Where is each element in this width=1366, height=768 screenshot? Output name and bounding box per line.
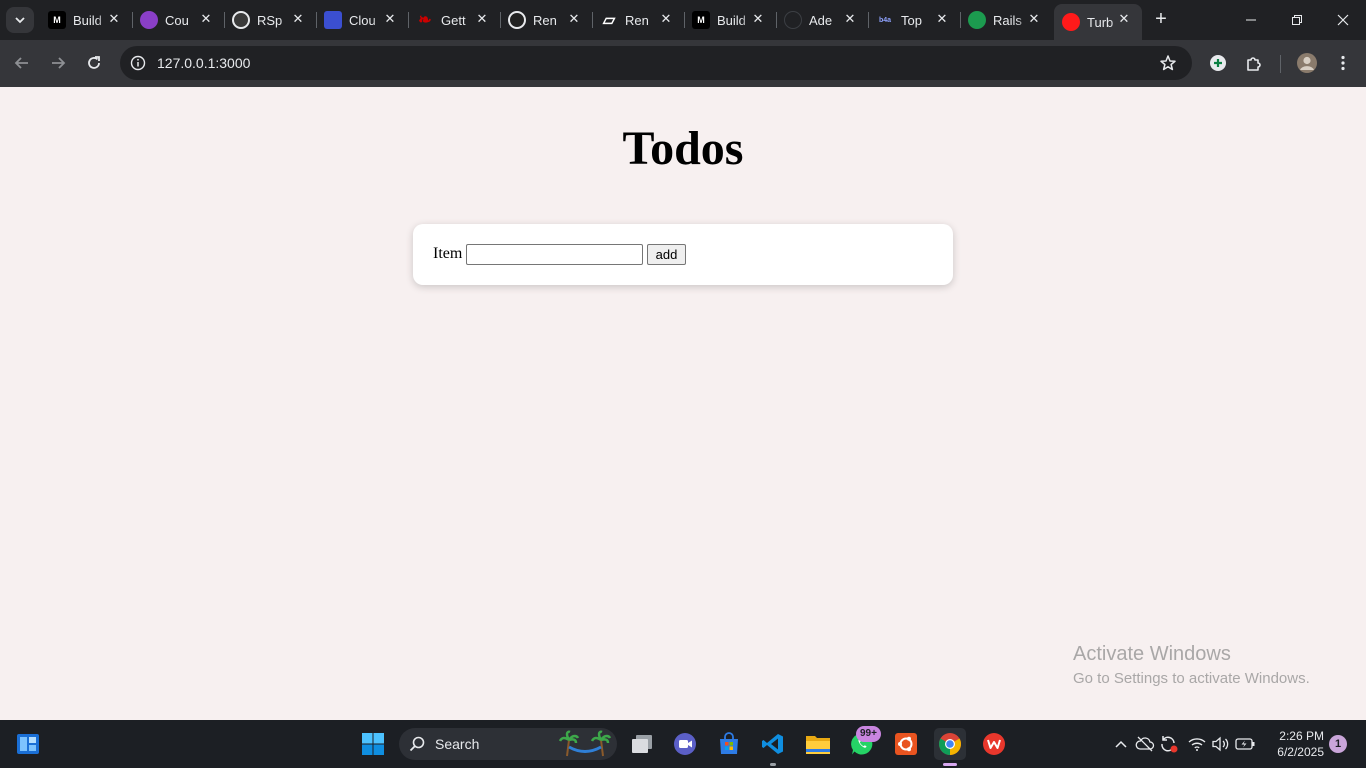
b4a-icon: b4a bbox=[878, 16, 892, 24]
todo-form: Item add bbox=[413, 224, 953, 285]
browser-tab[interactable]: Ren ✕ bbox=[500, 4, 593, 36]
page-title: Todos bbox=[622, 122, 744, 175]
rails-icon: ❧ bbox=[418, 12, 432, 29]
item-input[interactable] bbox=[466, 244, 643, 265]
browser-tab[interactable]: Cou ✕ bbox=[132, 4, 225, 36]
url-text[interactable]: 127.0.0.1:3000 bbox=[157, 55, 250, 71]
search-icon bbox=[409, 736, 425, 752]
minimize-button[interactable] bbox=[1228, 0, 1274, 40]
close-window-button[interactable] bbox=[1320, 0, 1366, 40]
vscode-icon[interactable] bbox=[757, 728, 789, 760]
wifi-icon[interactable] bbox=[1187, 734, 1207, 754]
extensions-puzzle-icon[interactable] bbox=[1243, 52, 1265, 74]
tab-strip: M Build ✕ Cou ✕ RSp ✕ Clou ✕ ❧ Gett ✕ Ren ✕ ▱ Ren ✕ M Buil… bbox=[0, 0, 1366, 40]
palm-tree-hammock-icon bbox=[559, 730, 612, 757]
openai-icon bbox=[232, 11, 250, 29]
tab-close-icon[interactable]: ✕ bbox=[474, 11, 490, 27]
browser-tab[interactable]: Turb ✕ bbox=[1054, 4, 1142, 40]
tab-close-icon[interactable]: ✕ bbox=[1026, 11, 1042, 27]
bookmark-star-icon[interactable] bbox=[1158, 53, 1178, 73]
address-bar[interactable]: 127.0.0.1:3000 bbox=[120, 46, 1192, 80]
sync-error-icon[interactable] bbox=[1159, 734, 1179, 754]
notification-count-badge[interactable]: 1 bbox=[1329, 735, 1347, 753]
render-logo-icon: ▱ bbox=[602, 12, 616, 29]
clock-date: 6/2/2025 bbox=[1277, 745, 1324, 759]
reload-icon bbox=[88, 56, 100, 69]
microsoft-store-icon[interactable] bbox=[713, 728, 745, 760]
start-windows-icon[interactable] bbox=[357, 728, 389, 760]
reload-button[interactable] bbox=[80, 49, 108, 77]
widgets-icon[interactable] bbox=[12, 728, 44, 760]
browser-tab[interactable]: Clou ✕ bbox=[316, 4, 409, 36]
site-info-icon[interactable] bbox=[128, 53, 148, 73]
medium-icon: M bbox=[692, 11, 710, 29]
chrome-icon[interactable] bbox=[934, 728, 966, 760]
tab-close-icon[interactable]: ✕ bbox=[290, 11, 306, 27]
watermark-subtitle: Go to Settings to activate Windows. bbox=[1073, 670, 1310, 687]
browser-tab[interactable]: M Build ✕ bbox=[40, 4, 133, 36]
tab-close-icon[interactable]: ✕ bbox=[106, 11, 122, 27]
tab-close-icon[interactable]: ✕ bbox=[842, 11, 858, 27]
browser-tab[interactable]: Ade ✕ bbox=[776, 4, 869, 36]
back-button[interactable] bbox=[8, 49, 36, 77]
arrow-right-icon bbox=[52, 57, 66, 69]
browser-tab[interactable]: RSp ✕ bbox=[224, 4, 317, 36]
chrome-active-indicator bbox=[943, 763, 957, 766]
forward-button[interactable] bbox=[44, 49, 72, 77]
tab-close-icon[interactable]: ✕ bbox=[566, 11, 582, 27]
system-clock[interactable]: 2:26 PM 6/2/2025 bbox=[1262, 728, 1324, 760]
close-icon bbox=[1337, 14, 1349, 26]
cloud-offline-icon[interactable] bbox=[1135, 734, 1155, 754]
rails-green-icon bbox=[968, 11, 986, 29]
volume-icon[interactable] bbox=[1210, 734, 1230, 754]
tab-search-button[interactable] bbox=[6, 7, 34, 33]
restore-button[interactable] bbox=[1274, 0, 1320, 40]
browser-tab[interactable]: ❧ Gett ✕ bbox=[408, 4, 501, 36]
browser-tab[interactable]: b4a Top ✕ bbox=[868, 4, 961, 36]
minimize-icon bbox=[1246, 19, 1256, 21]
page-viewport: Todos Item add Activate Windows Go to Se… bbox=[0, 87, 1366, 720]
add-button[interactable]: add bbox=[647, 244, 686, 265]
arrow-left-icon bbox=[14, 57, 28, 69]
toolbar-divider bbox=[1280, 55, 1281, 73]
restore-icon bbox=[1292, 15, 1302, 25]
item-label: Item bbox=[433, 245, 463, 262]
medium-icon: M bbox=[48, 11, 66, 29]
battery-icon[interactable] bbox=[1235, 734, 1255, 754]
extension-add-icon[interactable] bbox=[1207, 52, 1229, 74]
activate-windows-watermark: Activate Windows Go to Settings to activ… bbox=[1073, 643, 1310, 687]
shield-icon bbox=[140, 11, 158, 29]
taskbar-search[interactable]: Search bbox=[399, 728, 617, 760]
browser-tab[interactable]: Rails ✕ bbox=[960, 4, 1052, 36]
browser-tab[interactable]: M Build ✕ bbox=[684, 4, 777, 36]
wps-office-icon[interactable] bbox=[978, 728, 1010, 760]
chevron-up-icon[interactable] bbox=[1111, 734, 1131, 754]
search-label: Search bbox=[435, 736, 480, 752]
teams-meet-icon[interactable] bbox=[669, 728, 701, 760]
new-tab-button[interactable]: + bbox=[1149, 8, 1173, 32]
watermark-title: Activate Windows bbox=[1073, 643, 1231, 665]
tab-close-icon[interactable]: ✕ bbox=[658, 11, 674, 27]
tab-close-icon[interactable]: ✕ bbox=[382, 11, 398, 27]
browser-toolbar: 127.0.0.1:3000 bbox=[0, 40, 1366, 87]
vscode-running-indicator bbox=[770, 763, 776, 766]
tab-close-icon[interactable]: ✕ bbox=[198, 11, 214, 27]
tab-close-icon[interactable]: ✕ bbox=[750, 11, 766, 27]
chevron-down-icon bbox=[15, 17, 25, 24]
turbo-red-dot-icon bbox=[1062, 13, 1080, 31]
file-explorer-icon[interactable] bbox=[802, 728, 834, 760]
browser-tab[interactable]: ▱ Ren ✕ bbox=[592, 4, 685, 36]
task-view-icon[interactable] bbox=[626, 728, 658, 760]
cloud-icon bbox=[324, 11, 342, 29]
render-icon bbox=[508, 11, 526, 29]
chrome-menu-icon[interactable] bbox=[1332, 52, 1354, 74]
whatsapp-unread-badge: 99+ bbox=[856, 726, 881, 742]
clock-time: 2:26 PM bbox=[1279, 729, 1324, 743]
ubuntu-icon[interactable] bbox=[890, 728, 922, 760]
tab-close-icon[interactable]: ✕ bbox=[1116, 11, 1132, 27]
tab-close-icon[interactable]: ✕ bbox=[934, 11, 950, 27]
github-icon bbox=[784, 11, 802, 29]
windows-taskbar: Search 99+ 2:26 PM 6/2/2025 1 bbox=[0, 720, 1366, 768]
profile-avatar[interactable] bbox=[1296, 52, 1318, 74]
